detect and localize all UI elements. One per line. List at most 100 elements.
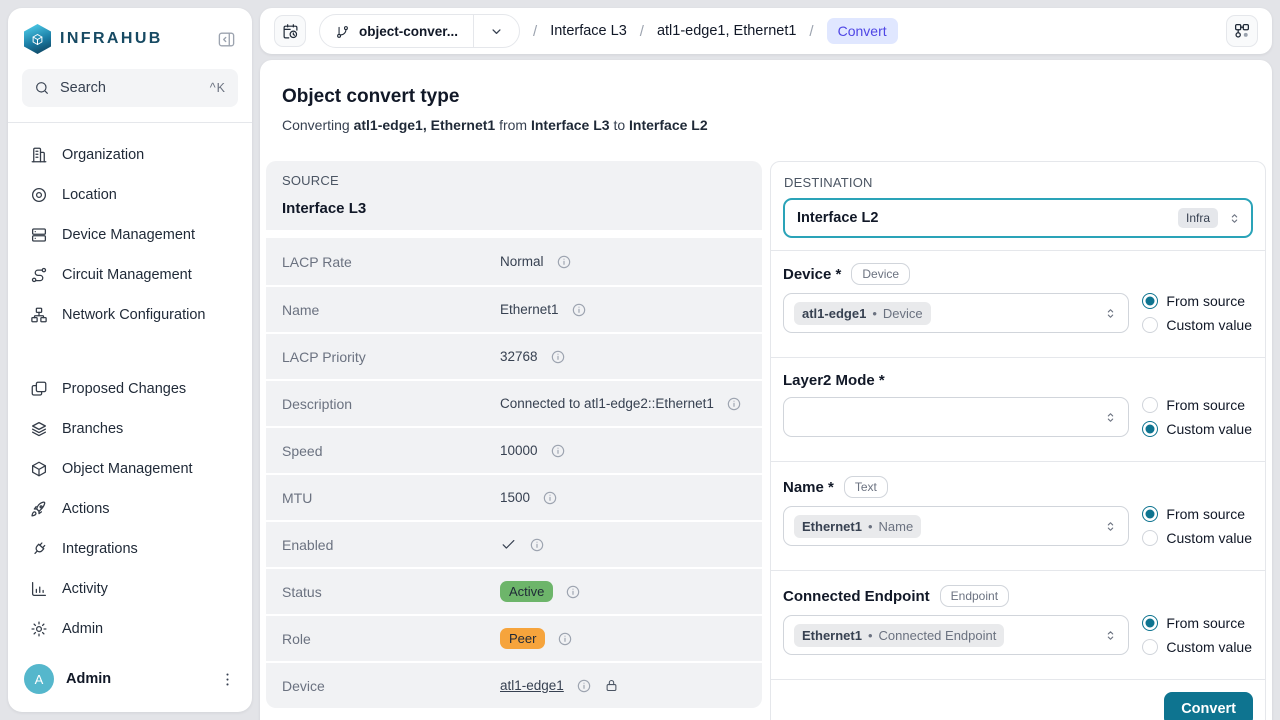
breadcrumb-convert[interactable]: Convert	[827, 18, 898, 44]
sidebar-item-label: Admin	[62, 621, 103, 637]
info-icon[interactable]	[529, 537, 545, 553]
search-shortcut: ^K	[210, 81, 226, 95]
info-icon[interactable]	[550, 349, 566, 365]
calendar-clock-icon	[282, 23, 299, 40]
row-label: Name	[282, 302, 500, 318]
info-icon[interactable]	[542, 490, 558, 506]
chevron-down-icon	[489, 24, 504, 39]
radio-custom-value[interactable]: Custom value	[1142, 639, 1252, 655]
sidebar-item-activity[interactable]: Activity	[22, 569, 238, 609]
connected-endpoint-select[interactable]: Ethernet1•Connected Endpoint	[783, 615, 1129, 655]
sidebar-item-label: Branches	[62, 421, 123, 437]
layer2-mode-select[interactable]	[783, 397, 1129, 437]
field-label: Device *	[783, 266, 841, 283]
breadcrumb-object[interactable]: atl1-edge1, Ethernet1	[657, 23, 796, 39]
sidebar-item-location[interactable]: Location	[22, 175, 238, 215]
sidebar-collapse-icon[interactable]	[217, 30, 236, 49]
field-layer2-mode: Layer2 Mode * From source Custom value	[771, 357, 1265, 461]
row-value: Connected to atl1-edge2::Ethernet1	[500, 396, 714, 411]
info-icon[interactable]	[556, 254, 572, 270]
source-row-speed: Speed 10000	[266, 426, 762, 473]
breadcrumb-separator: /	[809, 23, 813, 40]
sidebar: INFRAHUB Search ^K Organization	[8, 8, 252, 712]
row-value: 32768	[500, 349, 538, 364]
circle-dot-icon	[30, 186, 48, 204]
convert-button[interactable]: Convert	[1164, 692, 1253, 720]
sidebar-item-device-management[interactable]: Device Management	[22, 215, 238, 255]
sidebar-item-integrations[interactable]: Integrations	[22, 529, 238, 569]
field-name: Name * Text Ethernet1•Name From source C…	[771, 461, 1265, 570]
info-icon[interactable]	[576, 678, 592, 694]
subtitle-text: from	[495, 117, 531, 133]
avatar: A	[24, 664, 54, 694]
branch-selector[interactable]: object-conver...	[319, 14, 520, 48]
route-icon	[30, 266, 48, 284]
sidebar-item-network-configuration[interactable]: Network Configuration	[22, 295, 238, 335]
radio-custom-value[interactable]: Custom value	[1142, 317, 1252, 333]
source-panel: SOURCE Interface L3 LACP Rate Normal Nam…	[266, 161, 762, 708]
main-content: Object convert type Converting atl1-edge…	[260, 60, 1272, 720]
sidebar-item-label: Actions	[62, 501, 110, 517]
sidebar-item-proposed-changes[interactable]: Proposed Changes	[22, 369, 238, 409]
radio-from-source[interactable]: From source	[1142, 615, 1252, 631]
device-select[interactable]: atl1-edge1•Device	[783, 293, 1129, 333]
sidebar-item-label: Location	[62, 187, 117, 203]
field-device: Device * Device atl1-edge1•Device From s…	[771, 250, 1265, 357]
radio-icon	[1142, 421, 1158, 437]
radio-custom-value[interactable]: Custom value	[1142, 530, 1252, 546]
chevrons-up-down-icon	[1227, 211, 1242, 226]
row-value: 1500	[500, 490, 530, 505]
value-mode-radios: From source Custom value	[1142, 293, 1253, 333]
radio-icon	[1142, 615, 1158, 631]
radio-icon	[1142, 530, 1158, 546]
destination-type-select[interactable]: Interface L2 Infra	[783, 198, 1253, 238]
network-icon	[30, 306, 48, 324]
sidebar-item-label: Network Configuration	[62, 307, 205, 323]
sidebar-item-object-management[interactable]: Object Management	[22, 449, 238, 489]
rocket-icon	[30, 500, 48, 518]
sidebar-item-branches[interactable]: Branches	[22, 409, 238, 449]
source-type: Interface L3	[282, 200, 746, 217]
sidebar-item-admin[interactable]: Admin	[22, 609, 238, 649]
info-icon[interactable]	[571, 302, 587, 318]
schema-button[interactable]	[1226, 15, 1258, 47]
search-input[interactable]: Search ^K	[22, 69, 238, 107]
sidebar-item-circuit-management[interactable]: Circuit Management	[22, 255, 238, 295]
sidebar-item-organization[interactable]: Organization	[22, 135, 238, 175]
source-row-description: Description Connected to atl1-edge2::Eth…	[266, 379, 762, 426]
device-link[interactable]: atl1-edge1	[500, 678, 564, 693]
sidebar-item-actions[interactable]: Actions	[22, 489, 238, 529]
user-name: Admin	[66, 671, 207, 687]
time-travel-button[interactable]	[274, 15, 306, 47]
radio-custom-value[interactable]: Custom value	[1142, 421, 1252, 437]
row-value: 10000	[500, 443, 538, 458]
radio-from-source[interactable]: From source	[1142, 397, 1252, 413]
kebab-menu-icon[interactable]	[219, 671, 236, 688]
branch-name: object-conver...	[359, 24, 458, 39]
info-icon[interactable]	[557, 631, 573, 647]
sidebar-item-label: Integrations	[62, 541, 138, 557]
brand: INFRAHUB	[22, 24, 238, 54]
info-icon[interactable]	[726, 396, 742, 412]
selected-value-chip: Ethernet1•Connected Endpoint	[794, 624, 1004, 647]
name-select[interactable]: Ethernet1•Name	[783, 506, 1129, 546]
sidebar-nav: Organization Location Device Management …	[8, 123, 252, 649]
infrahub-logo-icon	[24, 24, 51, 54]
gear-icon	[30, 620, 48, 638]
source-row-role: Role Peer	[266, 614, 762, 661]
radio-from-source[interactable]: From source	[1142, 506, 1252, 522]
copy-icon	[30, 380, 48, 398]
row-label: Device	[282, 678, 500, 694]
radio-from-source[interactable]: From source	[1142, 293, 1252, 309]
chevrons-up-down-icon	[1103, 410, 1118, 425]
info-icon[interactable]	[565, 584, 581, 600]
branch-dropdown-toggle[interactable]	[474, 15, 519, 47]
breadcrumb-interface-l3[interactable]: Interface L3	[550, 23, 627, 39]
value-mode-radios: From source Custom value	[1142, 615, 1253, 655]
subtitle-object: atl1-edge1, Ethernet1	[354, 117, 496, 133]
row-label: Role	[282, 631, 500, 647]
field-label: Name *	[783, 479, 834, 496]
selected-value-chip: atl1-edge1•Device	[794, 302, 931, 325]
info-icon[interactable]	[550, 443, 566, 459]
value-mode-radios: From source Custom value	[1142, 397, 1253, 437]
